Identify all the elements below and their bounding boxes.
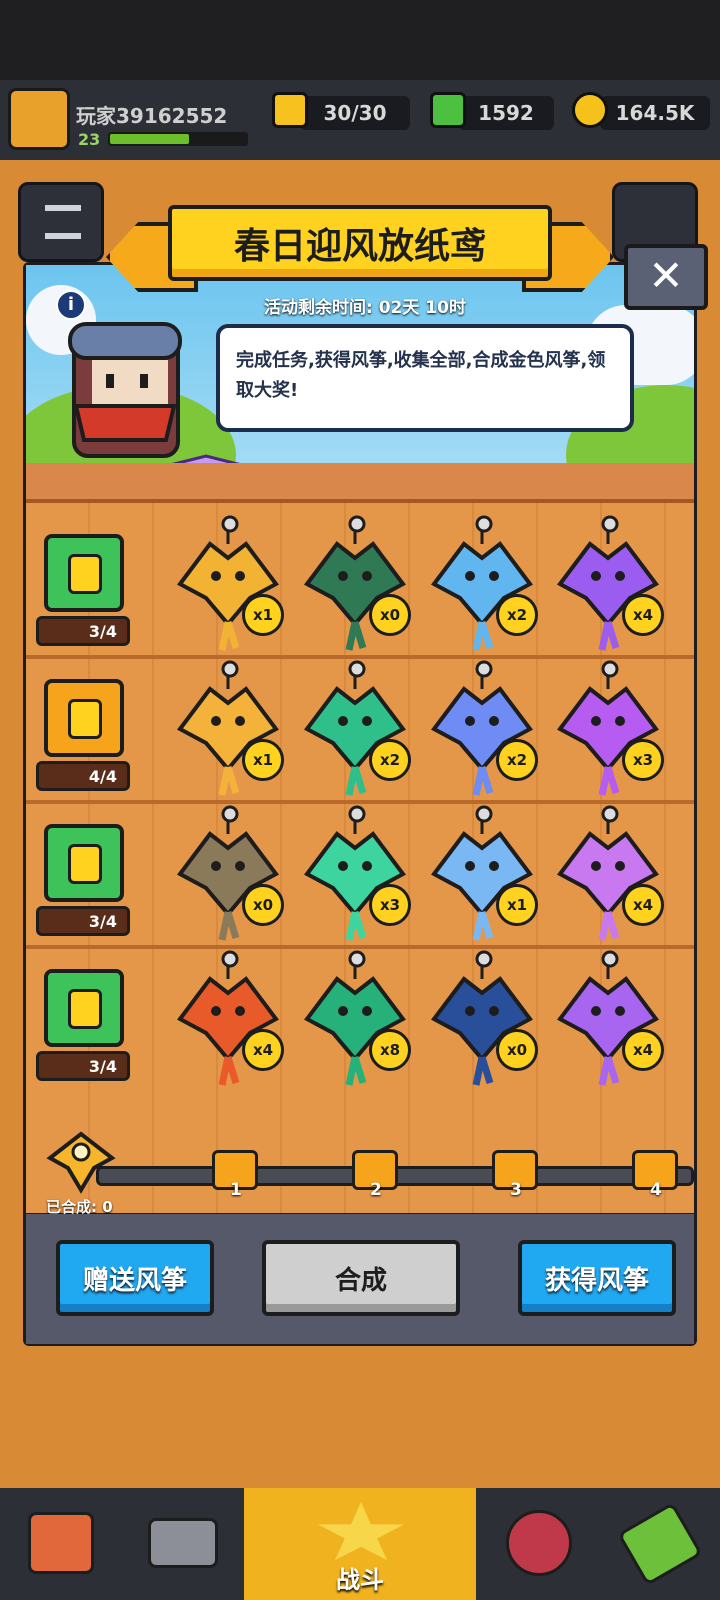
player-name: 玩家39162552 [76,104,228,128]
lock-icon [68,699,102,739]
kite-count-badge: x1 [242,739,284,781]
chest-progress: 3/4 [36,616,130,646]
event-title: 春日迎风放纸鸢 [233,226,486,267]
kite-count-badge: x4 [242,1029,284,1071]
synthesize-button[interactable]: 合成 [262,1240,460,1316]
nav-evolve[interactable] [600,1488,720,1600]
milestone-number: 2 [370,1180,382,1200]
chest-progress: 3/4 [36,906,130,936]
milestone-number: 3 [510,1180,522,1200]
milestone-number: 4 [650,1180,662,1200]
xp-bar-fill [110,134,189,144]
chest-progress-label: 3/4 [88,1056,117,1076]
golden-kite-icon [46,1131,116,1194]
chest-progress-label: 3/4 [88,911,117,931]
lock-icon [68,989,102,1029]
nav-weapons[interactable] [122,1488,242,1600]
milestone-number: 1 [230,1180,242,1200]
gem-add-icon[interactable] [430,92,466,128]
star-icon [317,1502,405,1561]
nav-battle[interactable]: 战斗 [244,1488,476,1600]
reward-chest[interactable] [44,534,124,612]
gift-kite-button[interactable]: 赠送风筝 [56,1240,214,1316]
kite-count-badge: x2 [369,739,411,781]
player-level: 23 [78,130,101,149]
character-illustration [68,322,182,458]
nav-shop[interactable] [0,1488,120,1600]
lightning-icon[interactable] [272,92,308,128]
obtain-kite-button[interactable]: 获得风筝 [518,1240,676,1316]
event-timer: 活动剩余时间: 02天 10时 [264,298,466,318]
info-icon[interactable]: i [56,290,86,320]
gun-icon [148,1518,218,1568]
event-title-banner: 春日迎风放纸鸢 [168,205,552,281]
kite-count-badge: x0 [369,594,411,636]
kite-count-badge: x1 [496,884,538,926]
nav-battle-label: 战斗 [336,1566,384,1594]
chest-progress: 4/4 [36,761,130,791]
reward-chest[interactable] [44,824,124,902]
kite-count-badge: x4 [622,884,664,926]
kite-count-badge: x3 [369,884,411,926]
talent-icon [506,1510,572,1576]
nav-talents[interactable] [478,1488,598,1600]
coin-counter: 164.5K [600,96,710,130]
menu-button[interactable] [18,182,104,262]
kite-count-badge: x2 [496,739,538,781]
energy-counter: 30/30 [300,96,410,130]
speech-bubble: 完成任务,获得风筝,收集全部,合成金色风筝,领取大奖! [216,324,634,432]
kite-count-badge: x1 [242,594,284,636]
reward-chest[interactable] [44,679,124,757]
chest-progress-label: 4/4 [88,766,117,786]
menu-icon [45,205,81,239]
close-icon: ✕ [648,251,684,300]
reward-chest[interactable] [44,969,124,1047]
dna-icon [617,1502,703,1586]
gem-counter: 1592 [458,96,554,130]
lock-icon [68,844,102,884]
kite-count-badge: x3 [622,739,664,781]
kite-count-badge: x4 [622,594,664,636]
chest-progress-label: 3/4 [88,621,117,641]
close-button[interactable]: ✕ [624,244,708,310]
shop-icon [28,1512,94,1574]
avatar[interactable] [8,88,70,150]
kite-count-badge: x8 [369,1029,411,1071]
kite-count-badge: x0 [496,1029,538,1071]
display-shelf [26,463,694,503]
lock-icon [68,554,102,594]
chest-progress: 3/4 [36,1051,130,1081]
kite-count-badge: x4 [622,1029,664,1071]
kite-count-badge: x2 [496,594,538,636]
kite-count-badge: x0 [242,884,284,926]
status-bar [0,0,720,80]
coin-add-icon[interactable] [572,92,608,128]
